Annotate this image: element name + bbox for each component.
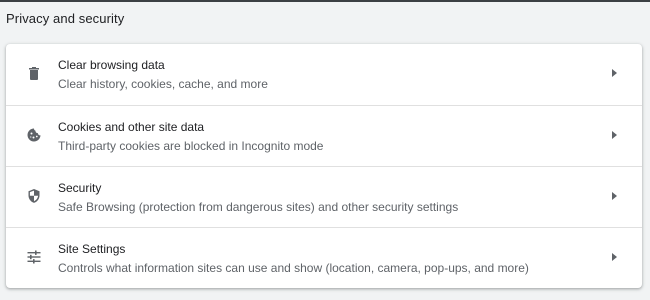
chevron-right-icon	[610, 252, 618, 262]
section-title: Privacy and security	[6, 11, 125, 26]
top-border	[0, 0, 650, 2]
row-text: Security Safe Browsing (protection from …	[58, 181, 602, 215]
row-text: Site Settings Controls what information …	[58, 242, 602, 276]
row-text: Cookies and other site data Third-party …	[58, 120, 602, 154]
chevron-right-icon	[610, 130, 618, 140]
trash-icon	[26, 65, 42, 81]
row-label: Clear browsing data	[58, 58, 165, 72]
row-description: Third-party cookies are blocked in Incog…	[58, 139, 324, 153]
row-label: Site Settings	[58, 242, 126, 256]
shield-icon	[26, 188, 42, 204]
cookie-icon	[26, 127, 42, 143]
row-label: Security	[58, 181, 102, 195]
security-row[interactable]: Security Safe Browsing (protection from …	[6, 166, 642, 227]
row-description: Controls what information sites can use …	[58, 261, 529, 275]
chevron-right-icon	[610, 68, 618, 78]
site-settings-row[interactable]: Site Settings Controls what information …	[6, 227, 642, 288]
cookies-and-site-data-row[interactable]: Cookies and other site data Third-party …	[6, 105, 642, 166]
sliders-icon	[26, 249, 42, 265]
row-description: Clear history, cookies, cache, and more	[58, 77, 268, 91]
privacy-settings-card: Clear browsing data Clear history, cooki…	[6, 44, 642, 288]
row-text: Clear browsing data Clear history, cooki…	[58, 58, 602, 92]
clear-browsing-data-row[interactable]: Clear browsing data Clear history, cooki…	[6, 44, 642, 105]
row-description: Safe Browsing (protection from dangerous…	[58, 200, 459, 214]
chevron-right-icon	[610, 191, 618, 201]
row-label: Cookies and other site data	[58, 120, 205, 134]
